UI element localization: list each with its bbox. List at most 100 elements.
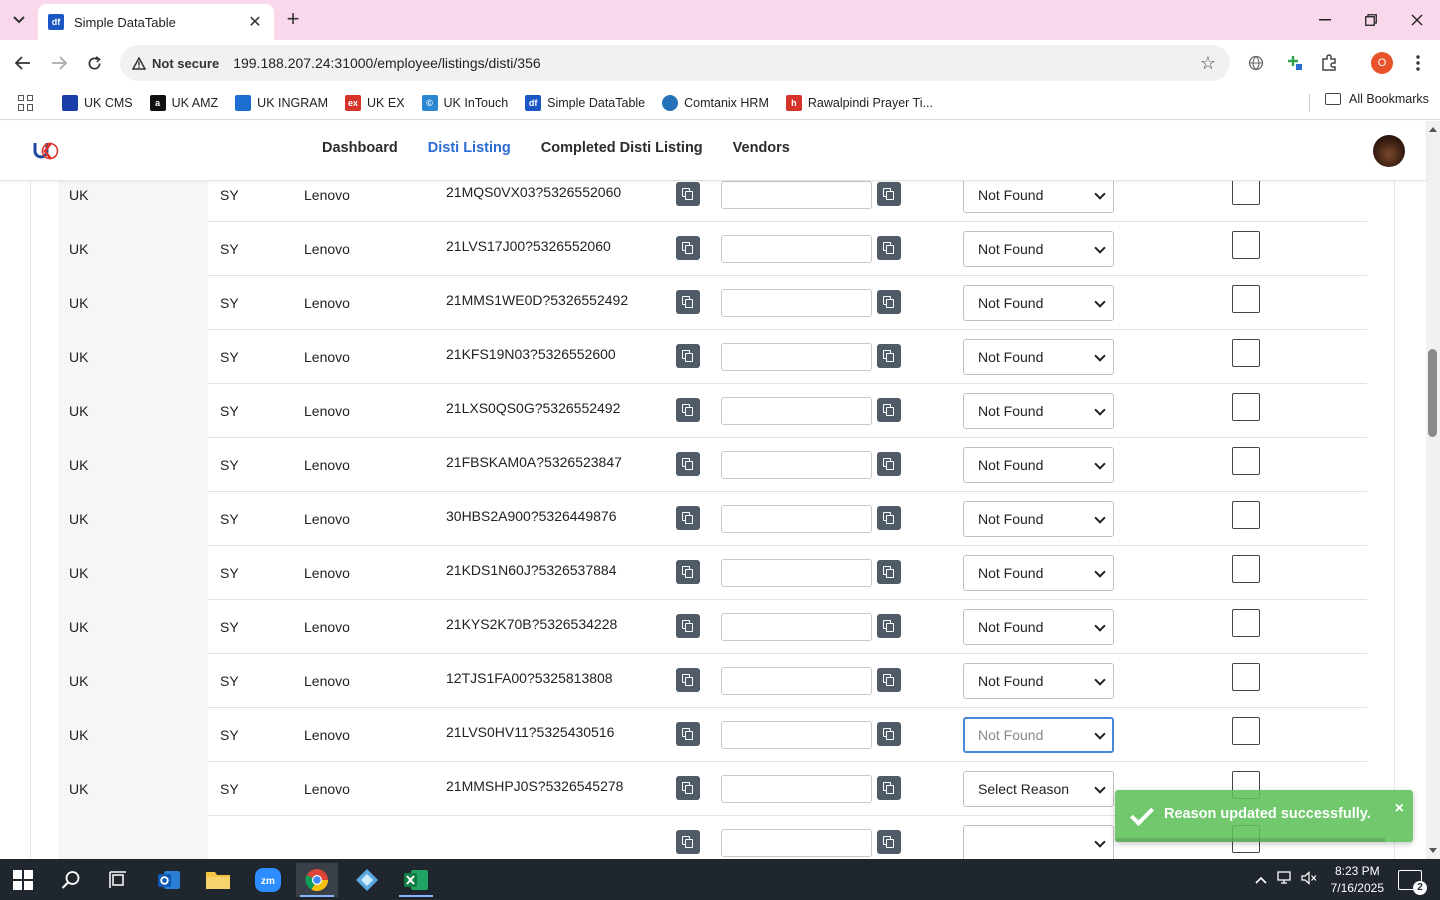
row-checkbox[interactable]: [1232, 609, 1260, 637]
reason-select[interactable]: Not Found: [963, 231, 1114, 267]
page-scrollbar[interactable]: [1426, 121, 1440, 859]
copy-sku-button[interactable]: [676, 290, 700, 314]
copy-value-button[interactable]: [877, 236, 901, 260]
copy-sku-button[interactable]: [676, 830, 700, 854]
bookmark-rawalpindi-prayer[interactable]: h Rawalpindi Prayer Ti...: [785, 94, 933, 111]
copy-value-button[interactable]: [877, 560, 901, 584]
address-bar[interactable]: Not secure 199.188.207.24:31000/employee…: [120, 45, 1230, 81]
extensions-puzzle-icon[interactable]: [1318, 52, 1340, 74]
copy-sku-button[interactable]: [676, 506, 700, 530]
copy-sku-button[interactable]: [676, 182, 700, 206]
bookmark-uk-cms[interactable]: UK CMS: [62, 94, 133, 111]
copy-sku-button[interactable]: [676, 614, 700, 638]
browser-menu-icon[interactable]: [1407, 52, 1429, 74]
copy-value-button[interactable]: [877, 776, 901, 800]
value-input[interactable]: [721, 667, 872, 695]
user-avatar[interactable]: [1373, 135, 1405, 167]
reason-select[interactable]: Not Found: [963, 717, 1114, 753]
bookmark-uk-amz[interactable]: a UK AMZ: [149, 94, 218, 111]
notification-center-icon[interactable]: 2: [1398, 869, 1427, 895]
nav-vendors[interactable]: Vendors: [733, 140, 790, 156]
reason-select[interactable]: Not Found: [963, 663, 1114, 699]
row-checkbox[interactable]: [1232, 231, 1260, 259]
forward-arrow-icon[interactable]: [46, 50, 72, 76]
nav-completed-disti-listing[interactable]: Completed Disti Listing: [541, 140, 703, 156]
volume-muted-icon[interactable]: [1297, 871, 1321, 888]
all-bookmarks-button[interactable]: All Bookmarks: [1325, 92, 1429, 106]
copy-value-button[interactable]: [877, 614, 901, 638]
security-indicator[interactable]: Not secure: [132, 56, 219, 71]
copy-sku-button[interactable]: [676, 452, 700, 476]
reason-select[interactable]: Not Found: [963, 555, 1114, 591]
copy-value-button[interactable]: [877, 830, 901, 854]
copy-sku-button[interactable]: [676, 560, 700, 584]
copy-sku-button[interactable]: [676, 398, 700, 422]
copy-sku-button[interactable]: [676, 236, 700, 260]
nav-dashboard[interactable]: Dashboard: [322, 140, 398, 156]
system-clock[interactable]: 8:23 PM 7/16/2025: [1331, 863, 1384, 897]
reason-select[interactable]: Select Reason: [963, 771, 1114, 807]
row-checkbox[interactable]: [1232, 285, 1260, 313]
nav-disti-listing[interactable]: Disti Listing: [428, 140, 511, 156]
reason-select[interactable]: Not Found: [963, 181, 1114, 213]
reason-select[interactable]: Not Found: [963, 501, 1114, 537]
scrollbar-thumb[interactable]: [1428, 349, 1437, 437]
copy-value-button[interactable]: [877, 290, 901, 314]
minimize-icon[interactable]: [1302, 0, 1348, 40]
task-view-icon[interactable]: [98, 863, 140, 897]
value-input[interactable]: [721, 559, 872, 587]
reason-select[interactable]: [963, 825, 1114, 859]
value-input[interactable]: [721, 235, 872, 263]
reload-icon[interactable]: [81, 50, 107, 76]
translate-globe-icon[interactable]: [1245, 52, 1267, 74]
bookmark-uk-ex[interactable]: ex UK EX: [345, 94, 405, 111]
copy-value-button[interactable]: [877, 722, 901, 746]
back-arrow-icon[interactable]: [10, 50, 36, 76]
copy-sku-button[interactable]: [676, 668, 700, 692]
copy-value-button[interactable]: [877, 182, 901, 206]
url-text[interactable]: 199.188.207.24:31000/employee/listings/d…: [233, 55, 540, 71]
row-checkbox[interactable]: [1232, 393, 1260, 421]
uk-logo-icon[interactable]: [33, 139, 59, 163]
row-checkbox[interactable]: [1232, 663, 1260, 691]
reason-select[interactable]: Not Found: [963, 609, 1114, 645]
row-checkbox[interactable]: [1232, 181, 1260, 205]
copy-value-button[interactable]: [877, 668, 901, 692]
row-checkbox[interactable]: [1232, 339, 1260, 367]
copy-sku-button[interactable]: [676, 722, 700, 746]
scroll-down-arrow-icon[interactable]: [1429, 848, 1437, 853]
value-input[interactable]: [721, 775, 872, 803]
reason-select[interactable]: Not Found: [963, 339, 1114, 375]
copy-value-button[interactable]: [877, 452, 901, 476]
value-input[interactable]: [721, 721, 872, 749]
row-checkbox[interactable]: [1232, 555, 1260, 583]
outlook-icon[interactable]: [148, 863, 190, 897]
value-input[interactable]: [721, 451, 872, 479]
tab-close-icon[interactable]: ✕: [246, 12, 264, 32]
bookmark-star-icon[interactable]: ☆: [1200, 53, 1216, 74]
bookmark-simple-datatable[interactable]: df Simple DataTable: [525, 94, 645, 111]
bookmark-uk-ingram[interactable]: UK INGRAM: [235, 94, 328, 111]
bookmark-uk-intouch[interactable]: © UK InTouch: [421, 94, 508, 111]
excel-icon[interactable]: [395, 863, 437, 897]
toast-close-icon[interactable]: ×: [1395, 800, 1404, 818]
value-input[interactable]: [721, 343, 872, 371]
value-input[interactable]: [721, 289, 872, 317]
reason-select[interactable]: Not Found: [963, 447, 1114, 483]
value-input[interactable]: [721, 181, 872, 209]
file-explorer-icon[interactable]: [197, 863, 239, 897]
reason-select[interactable]: Not Found: [963, 393, 1114, 429]
value-input[interactable]: [721, 397, 872, 425]
copy-sku-button[interactable]: [676, 776, 700, 800]
value-input[interactable]: [721, 613, 872, 641]
zoom-icon[interactable]: zm: [247, 863, 289, 897]
profile-avatar[interactable]: O: [1371, 52, 1393, 74]
extension-plus-icon[interactable]: [1284, 52, 1306, 74]
start-windows-icon[interactable]: [2, 863, 44, 897]
copy-value-button[interactable]: [877, 344, 901, 368]
copy-sku-button[interactable]: [676, 344, 700, 368]
value-input[interactable]: [721, 505, 872, 533]
show-hidden-chevron-icon[interactable]: [1249, 872, 1273, 887]
copy-value-button[interactable]: [877, 398, 901, 422]
row-checkbox[interactable]: [1232, 501, 1260, 529]
